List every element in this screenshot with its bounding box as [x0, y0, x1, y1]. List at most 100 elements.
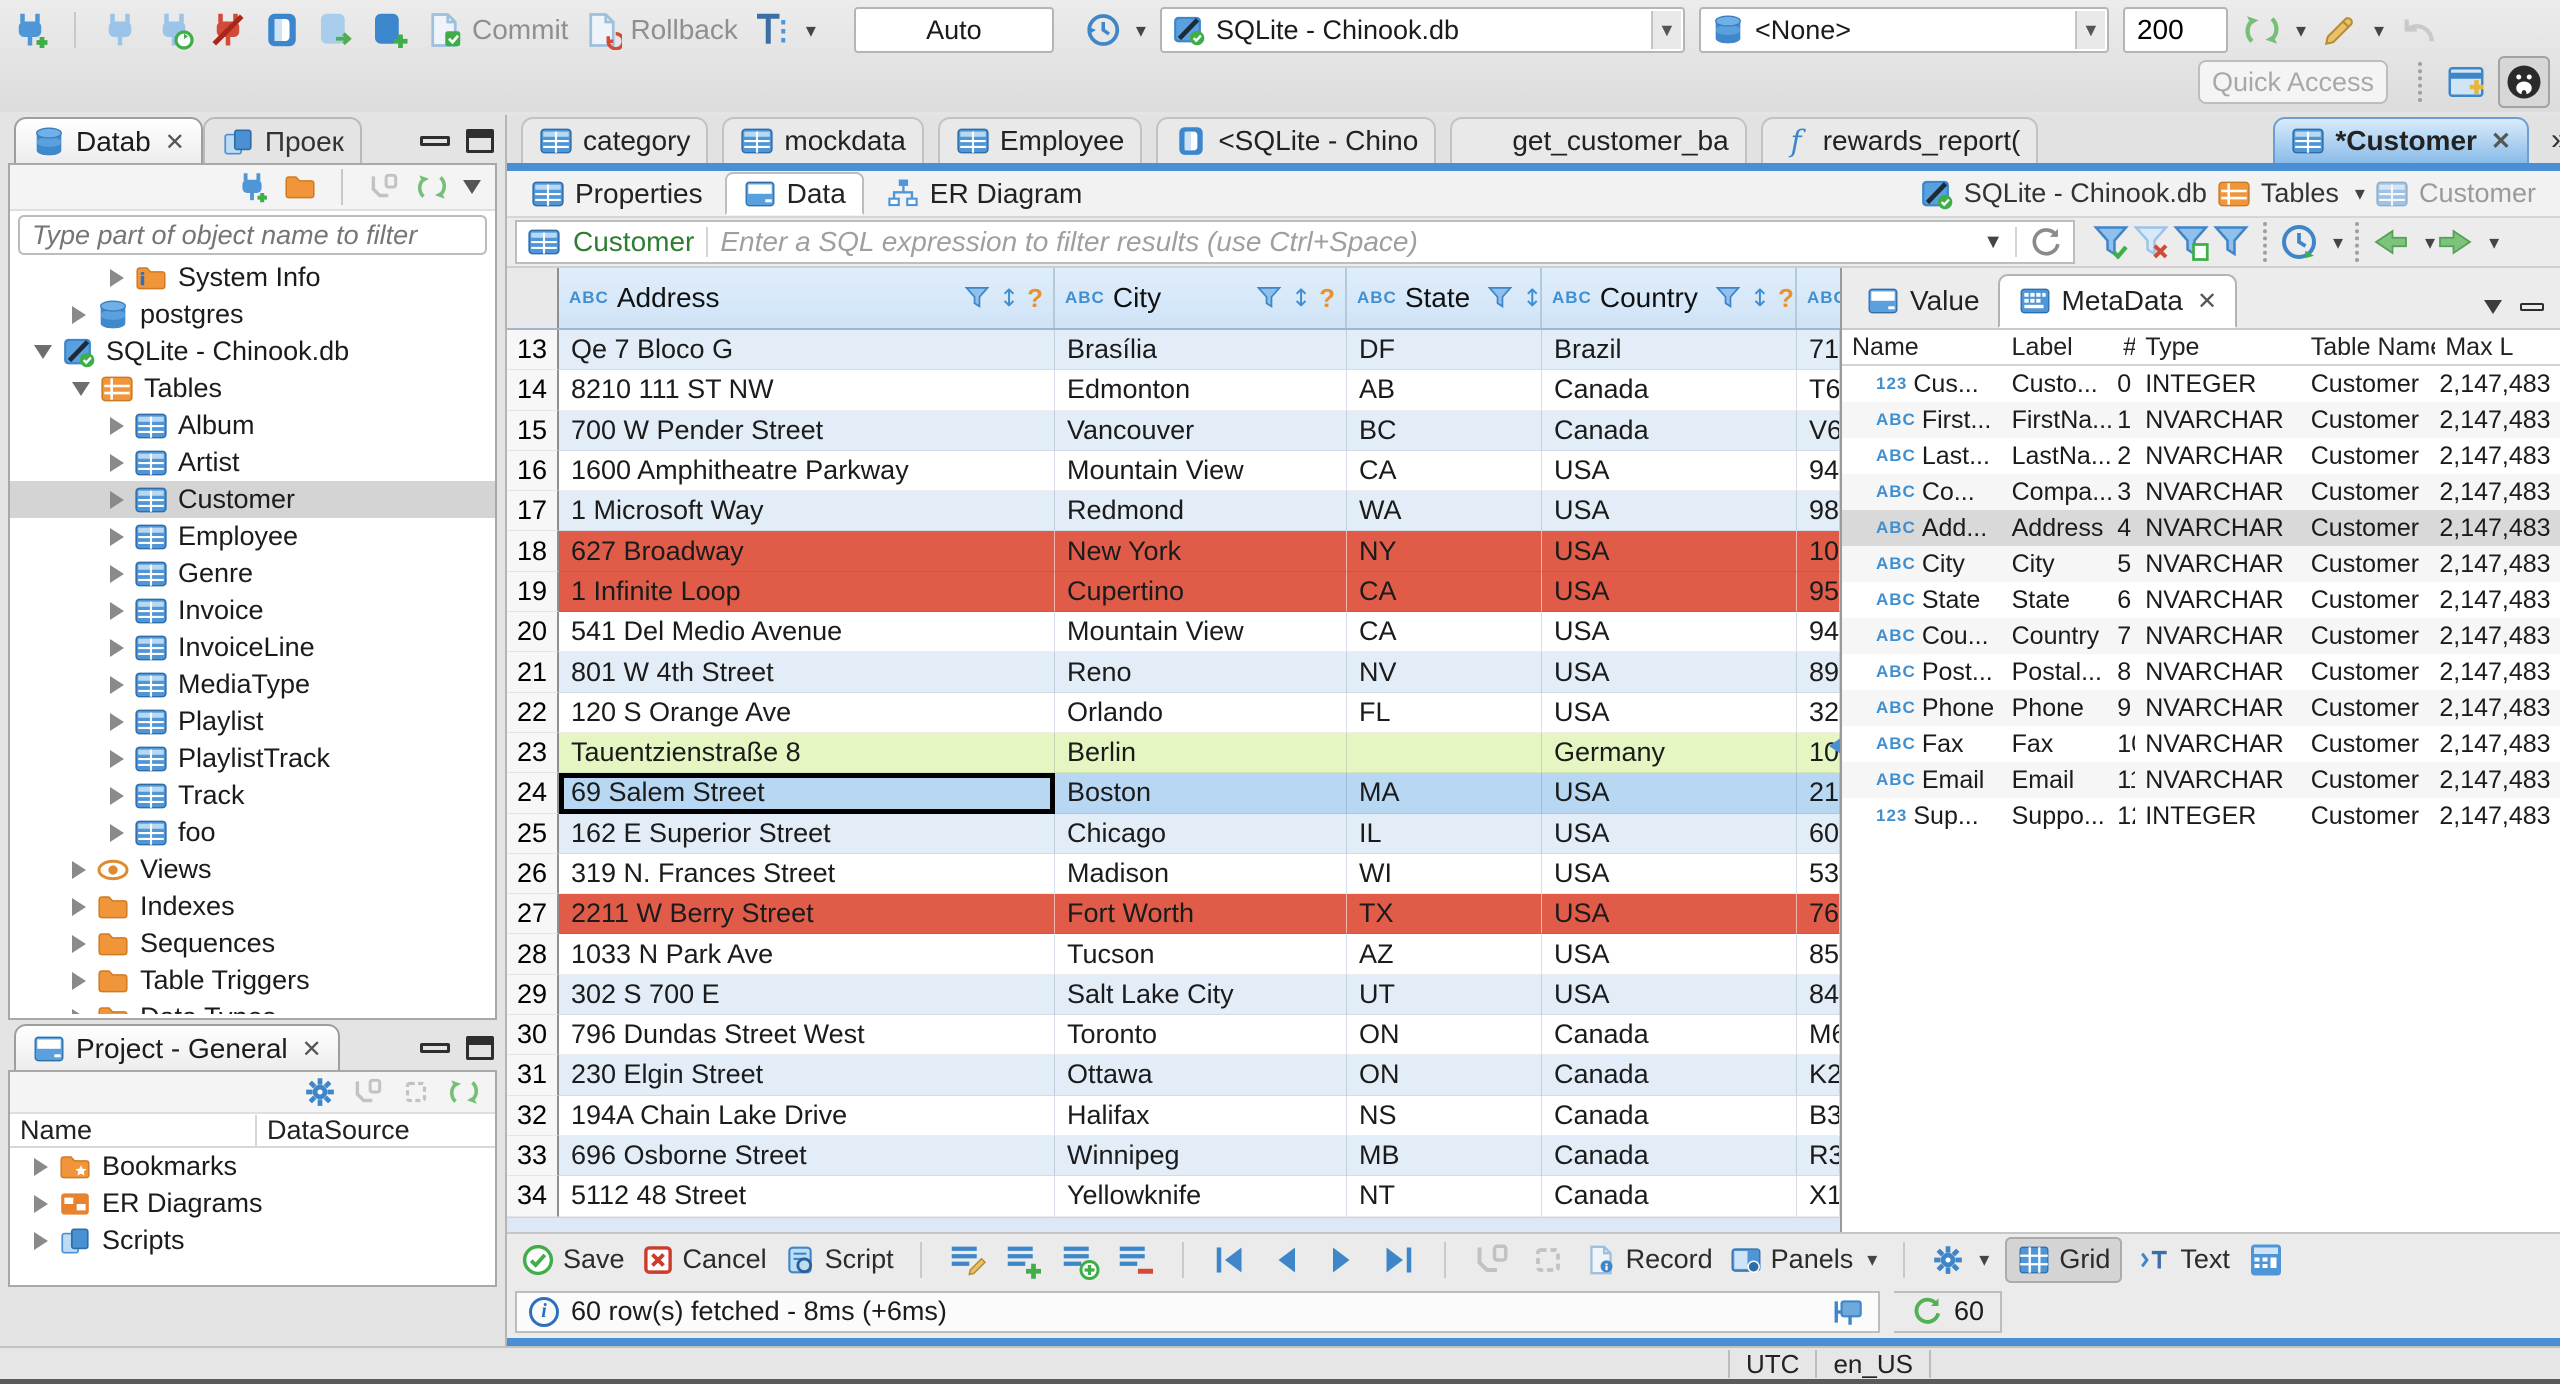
cell[interactable]: K2	[1797, 1055, 1840, 1096]
cell[interactable]: 94	[1797, 450, 1840, 492]
meta-row-country[interactable]: ABC Cou... Country 7 NVARCHAR Customer 2,147,4…	[1842, 618, 2560, 654]
filter-placeholder[interactable]: Enter a SQL expression to filter results…	[720, 226, 1965, 258]
tree-item-tables[interactable]: Tables	[10, 370, 495, 407]
cell[interactable]: WA	[1347, 491, 1542, 532]
cell[interactable]: 85	[1797, 934, 1840, 975]
row-number[interactable]: 33	[507, 1135, 559, 1177]
dbeaver-perspective-button[interactable]	[2498, 56, 2550, 108]
rollback-button[interactable]: Rollback	[582, 10, 738, 50]
tree-item-employee[interactable]: Employee	[10, 518, 495, 555]
cell[interactable]: USA	[1542, 813, 1797, 854]
row-number[interactable]: 18	[507, 531, 559, 572]
cell[interactable]: Germany	[1542, 732, 1797, 774]
cell[interactable]: Halifax	[1055, 1095, 1347, 1136]
commit-button[interactable]: Commit	[424, 10, 568, 50]
column-header-postalcode[interactable]: ABC	[1797, 268, 1840, 328]
cell[interactable]: X1	[1797, 1176, 1840, 1217]
breadcrumb-connection[interactable]: SQLite - Chinook.db	[1964, 178, 2207, 209]
meta-row-firstna[interactable]: ABC First... FirstNa... 1 NVARCHAR Customer 2,…	[1842, 402, 2560, 438]
row-number[interactable]: 19	[507, 571, 559, 613]
row-number[interactable]: 28	[507, 934, 559, 975]
tree-item-invoiceline[interactable]: InvoiceLine	[10, 629, 495, 666]
connect-icon[interactable]	[100, 10, 140, 50]
cell[interactable]: 627 Broadway	[559, 531, 1055, 572]
editor-tab-mockdata[interactable]: mockdata	[722, 117, 924, 163]
chevron-right-icon[interactable]	[110, 416, 124, 435]
cell[interactable]: M6	[1797, 1015, 1840, 1056]
tree-item-foo[interactable]: foo	[10, 814, 495, 851]
cell[interactable]: 60	[1797, 813, 1840, 854]
filter-menu-icon[interactable]	[2211, 222, 2251, 262]
cell[interactable]: Reno	[1055, 652, 1347, 693]
project-item-scripts[interactable]: Scripts	[10, 1222, 495, 1259]
record-button[interactable]: Record	[1584, 1243, 1713, 1277]
timezone-indicator[interactable]: UTC	[1746, 1349, 1799, 1380]
cell[interactable]: CA	[1347, 450, 1542, 492]
meta-column-type[interactable]: Type	[2135, 333, 2301, 362]
cell[interactable]: MB	[1347, 1135, 1542, 1177]
row-number[interactable]: 17	[507, 491, 559, 532]
cell[interactable]: Ottawa	[1055, 1055, 1347, 1096]
meta-row-fax[interactable]: ABCFaxFax10NVARCHARCustomer2,147,483	[1842, 726, 2560, 762]
transaction-log-button[interactable]: ▾	[752, 10, 816, 50]
tree-item-system-info[interactable]: System Info	[10, 259, 495, 296]
row-number[interactable]: 20	[507, 612, 559, 653]
cell[interactable]: Winnipeg	[1055, 1135, 1347, 1177]
meta-row-email[interactable]: ABCEmailEmail11NVARCHARCustomer2,147,483	[1842, 762, 2560, 798]
tree-item-invoice[interactable]: Invoice	[10, 592, 495, 629]
pin-columns-icon[interactable]	[1832, 1295, 1866, 1329]
meta-column-max-l[interactable]: Max L	[2435, 333, 2560, 362]
fetch-previous-button[interactable]: ▾	[2371, 222, 2435, 262]
column-help-icon[interactable]: ?	[1778, 283, 1794, 314]
save-button[interactable]: Save	[521, 1243, 625, 1277]
cell[interactable]: MA	[1347, 773, 1542, 814]
cell[interactable]: Toronto	[1055, 1015, 1347, 1056]
cell[interactable]: 120 S Orange Ave	[559, 692, 1055, 733]
cell[interactable]: Vancouver	[1055, 410, 1347, 451]
close-icon[interactable]: ✕	[165, 128, 185, 157]
row-number[interactable]: 29	[507, 974, 559, 1016]
cell[interactable]: 2211 W Berry Street	[559, 894, 1055, 935]
tab-database-navigator[interactable]: Datab ✕	[14, 117, 203, 165]
project-item-bookmarks[interactable]: Bookmarks	[10, 1148, 495, 1185]
cell[interactable]: 162 E Superior Street	[559, 813, 1055, 854]
disconnect-icon[interactable]	[208, 10, 248, 50]
cell[interactable]	[1347, 732, 1542, 774]
next-row-icon[interactable]	[1322, 1240, 1362, 1280]
cell[interactable]: 696 Osborne Street	[559, 1135, 1055, 1177]
chevron-right-icon[interactable]	[72, 1008, 86, 1014]
meta-row-custo[interactable]: 123 Cus... Custo... 0 INTEGER Customer 2,147,4…	[1842, 366, 2560, 402]
cell[interactable]: 194A Chain Lake Drive	[559, 1095, 1055, 1136]
chevron-right-icon[interactable]	[110, 527, 124, 546]
tree-item-sequences[interactable]: Sequences	[10, 925, 495, 962]
sort-icon[interactable]: ↕	[999, 284, 1019, 312]
cell[interactable]: 21	[1797, 773, 1840, 814]
cell[interactable]: USA	[1542, 491, 1797, 532]
cell[interactable]: Berlin	[1055, 732, 1347, 774]
row-number[interactable]: 24	[507, 773, 559, 814]
cell[interactable]: 53	[1797, 853, 1840, 895]
cell[interactable]: Canada	[1542, 1015, 1797, 1056]
view-menu-icon[interactable]	[2484, 300, 2502, 314]
minimize-icon[interactable]	[420, 1043, 450, 1053]
cell[interactable]: Canada	[1542, 1135, 1797, 1177]
cell[interactable]: USA	[1542, 612, 1797, 653]
close-icon[interactable]: ✕	[302, 1035, 322, 1064]
cell[interactable]: 5112 48 Street	[559, 1176, 1055, 1217]
add-row-icon[interactable]	[1004, 1240, 1044, 1280]
tree-item-views[interactable]: Views	[10, 851, 495, 888]
close-icon[interactable]: ✕	[2197, 287, 2217, 316]
cell[interactable]: 541 Del Medio Avenue	[559, 612, 1055, 653]
cell[interactable]: 796 Dundas Street West	[559, 1015, 1055, 1056]
cell[interactable]: 1600 Amphitheatre Parkway	[559, 450, 1055, 492]
meta-column-table-name[interactable]: Table Name	[2301, 333, 2436, 362]
combo-arrow-icon[interactable]: ▼	[2074, 11, 2105, 49]
tree-item-indexes[interactable]: Indexes	[10, 888, 495, 925]
cell[interactable]: Boston	[1055, 773, 1347, 814]
cancel-button[interactable]: Cancel	[641, 1243, 767, 1277]
cell[interactable]: Fort Worth	[1055, 894, 1347, 935]
new-connection-icon[interactable]	[10, 10, 50, 50]
cell[interactable]: Qe 7 Bloco G	[559, 330, 1055, 371]
meta-row-city[interactable]: ABC City City 5 NVARCHAR Customer 2,147,483	[1842, 546, 2560, 582]
cell[interactable]: UT	[1347, 974, 1542, 1016]
